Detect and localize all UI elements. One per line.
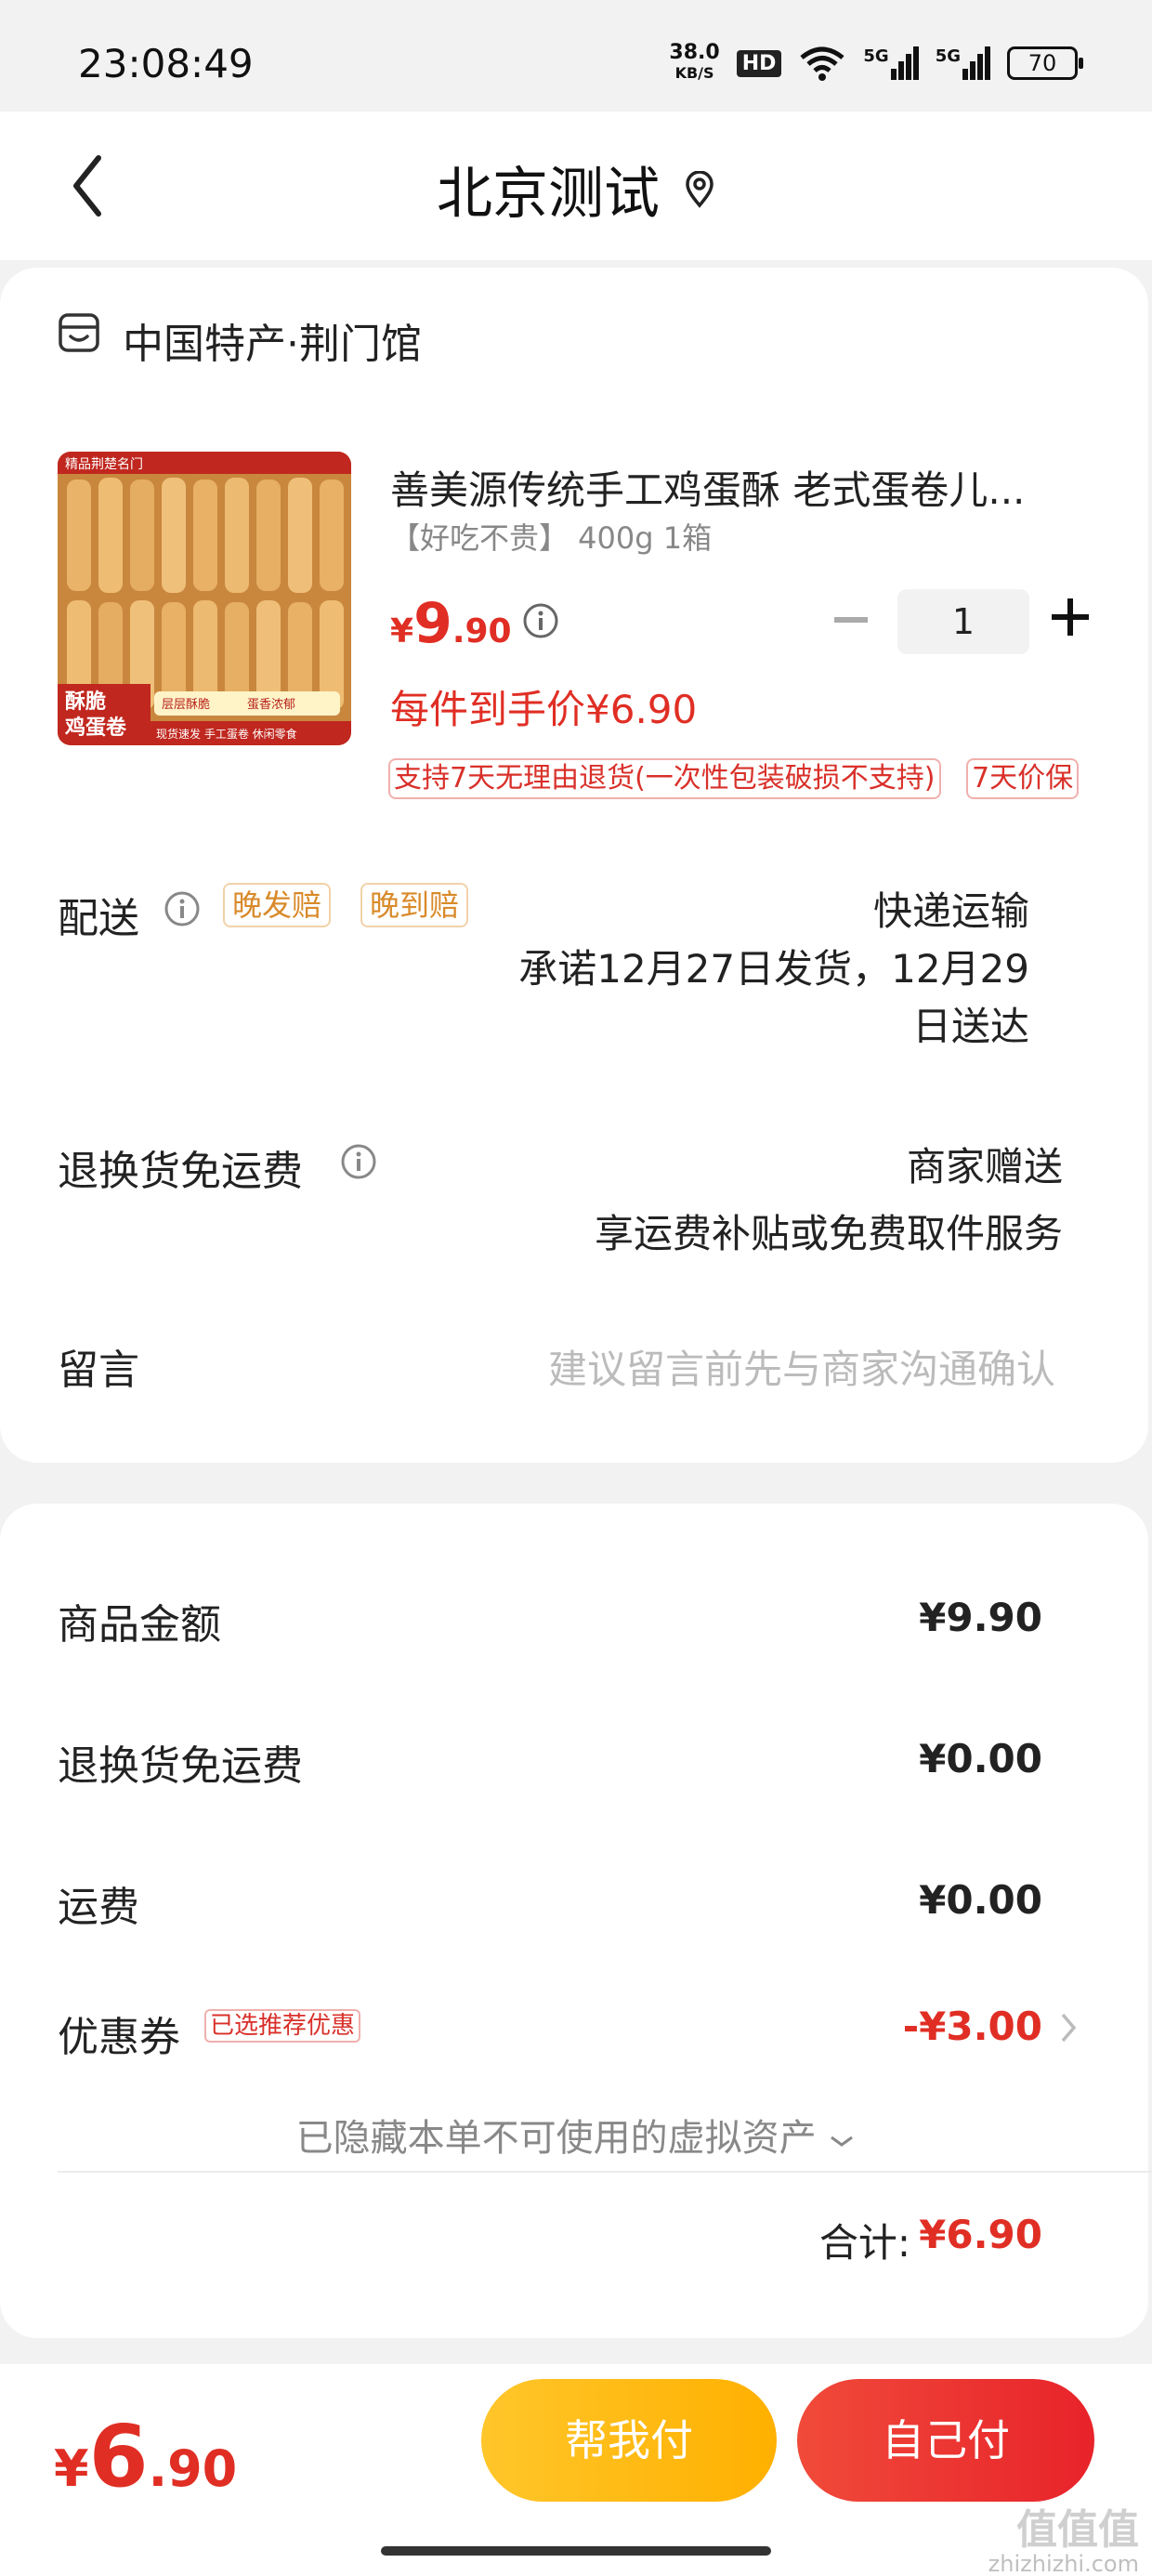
return-shipping-value-line2: 享运费补贴或免费取件服务 — [594, 1211, 1063, 1256]
signal-label-1: 5G — [863, 46, 889, 66]
product-image[interactable]: 精品荆楚名门 酥脆 鸡蛋卷 层层酥脆 蛋香浓郁 现货速发 手工蛋卷 休闲零食 — [58, 452, 351, 745]
egg-rolls-top — [67, 478, 344, 593]
watermark-logo-text: 值值值 — [1016, 2506, 1139, 2554]
watermark-url: zhizhizhi.com — [988, 2551, 1139, 2576]
return-shipping-value-line1: 商家赠送 — [906, 1144, 1063, 1189]
signal-icon-2: 5G — [936, 46, 990, 80]
help-pay-button[interactable]: 帮我付 — [481, 2379, 777, 2502]
shop-name[interactable]: 中国特产·荆门馆 — [123, 310, 422, 370]
chevron-right-icon[interactable] — [1059, 2011, 1078, 2044]
total-value: ¥6.90 — [919, 2212, 1042, 2257]
image-feature-1: 层层酥脆 — [162, 697, 210, 712]
image-feature-2: 蛋香浓郁 — [247, 698, 295, 712]
self-pay-button[interactable]: 自己付 — [797, 2379, 1094, 2502]
net-speed-value: 38.0 — [669, 41, 720, 64]
late-arrival-compensation-tag[interactable]: 晚到赔 — [360, 883, 469, 927]
quantity-decrease-button[interactable] — [834, 617, 868, 623]
hidden-assets-text: 已隐藏本单不可使用的虚拟资产 — [295, 2117, 817, 2160]
store-icon — [59, 313, 99, 352]
location-pin-icon[interactable] — [684, 170, 715, 208]
price-decimal: .90 — [452, 612, 512, 651]
status-icons: 38.0 KB/S HD 5G 5G 70 — [669, 43, 1083, 84]
bill-divider — [58, 2171, 1152, 2173]
image-badge-line1: 酥脆 — [65, 690, 106, 714]
total-label: 合计: — [818, 2220, 910, 2266]
signal-label-2: 5G — [935, 46, 961, 66]
home-indicator[interactable] — [381, 2546, 771, 2556]
delivery-label: 配送 — [58, 895, 139, 942]
price-info-icon[interactable] — [522, 602, 559, 639]
net-speed-unit: KB/S — [674, 64, 714, 82]
delivery-promise-line2: 日送达 — [911, 1004, 1029, 1049]
delivery-info-icon[interactable] — [164, 890, 201, 927]
hd-icon: HD — [736, 49, 782, 77]
shop-card — [0, 268, 1148, 1463]
payable-price: ¥6.90 — [54, 2407, 237, 2506]
unit-final-price: 每件到手价¥6.90 — [390, 687, 698, 732]
return-fee-value: ¥0.00 — [919, 1736, 1042, 1781]
shipping-fee-label: 运费 — [58, 1884, 139, 1931]
page-title-wrap: 北京测试 — [0, 149, 1152, 230]
payable-decimal: .90 — [148, 2439, 238, 2498]
signal-icon-1: 5G — [863, 46, 919, 80]
status-time: 23:08:49 — [78, 41, 254, 86]
price-protection-tag: 7天价保 — [966, 758, 1080, 799]
image-badge-line2: 鸡蛋卷 — [64, 716, 127, 740]
shipping-fee-value: ¥0.00 — [919, 1877, 1042, 1923]
hidden-assets-toggle[interactable]: 已隐藏本单不可使用的虚拟资产 — [0, 2108, 1152, 2162]
delivery-promise-line1: 承诺12月27日发货，12月29 — [518, 946, 1029, 992]
quantity-input[interactable]: 1 — [897, 589, 1029, 654]
payable-integer: 6 — [88, 2407, 149, 2506]
late-ship-compensation-tag[interactable]: 晚发赔 — [223, 883, 332, 927]
delivery-method: 快递运输 — [872, 888, 1029, 934]
return-shipping-info: 商家赠送 享运费补贴或免费取件服务 — [595, 1134, 1063, 1268]
quantity-increase-button[interactable] — [1050, 597, 1091, 637]
chevron-down-icon — [831, 2136, 854, 2147]
product-title[interactable]: 善美源传统手工鸡蛋酥 老式蛋卷儿... — [390, 459, 1078, 516]
network-speed: 38.0 KB/S — [669, 43, 719, 84]
return-fee-label: 退换货免运费 — [58, 1742, 303, 1790]
product-price: ¥9.90 — [390, 591, 512, 656]
watermark: 值值值 zhizhizhi.com — [988, 2509, 1139, 2576]
coupon-value[interactable]: -¥3.00 — [903, 2004, 1042, 2049]
image-feature-3: 现货速发 手工蛋卷 休闲零食 — [156, 727, 297, 741]
wifi-icon — [800, 46, 844, 81]
return-shipping-info-icon[interactable] — [340, 1143, 377, 1180]
return-policy-tag: 支持7天无理由退货(一次性包装破损不支持) — [388, 758, 941, 799]
return-shipping-label: 退换货免运费 — [58, 1148, 303, 1195]
goods-amount-label: 商品金额 — [58, 1601, 221, 1649]
product-spec[interactable]: 【好吃不贵】 400g 1箱 — [390, 515, 712, 558]
delivery-info[interactable]: 快递运输 承诺12月27日发货，12月29 日送达 — [518, 883, 1029, 1056]
price-integer: 9 — [413, 591, 452, 656]
price-currency: ¥ — [390, 612, 414, 651]
payable-currency: ¥ — [54, 2439, 89, 2498]
page-title: 北京测试 — [437, 162, 660, 227]
goods-amount-value: ¥9.90 — [919, 1595, 1042, 1640]
message-label: 留言 — [58, 1347, 139, 1394]
coupon-recommended-tag: 已选推荐优惠 — [204, 2009, 361, 2043]
message-input[interactable]: 建议留言前先与商家沟通确认 — [548, 1338, 1055, 1395]
image-brand-text: 精品荆楚名门 — [65, 457, 143, 472]
coupon-label: 优惠券 — [58, 2014, 180, 2061]
battery-icon: 70 — [1007, 46, 1083, 80]
